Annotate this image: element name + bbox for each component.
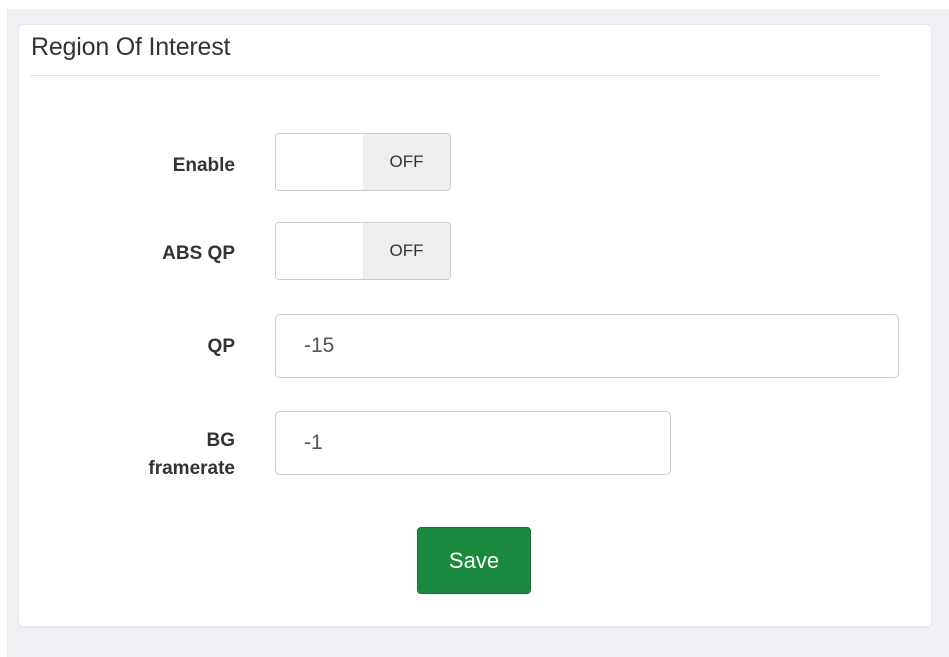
bg-framerate-label-line2: framerate (148, 458, 235, 479)
bg-framerate-input[interactable] (275, 411, 671, 475)
bg-framerate-label-line1: BG (206, 430, 236, 451)
section-title: Region Of Interest (31, 33, 231, 61)
abs-qp-toggle-state: OFF (363, 223, 450, 279)
qp-input[interactable] (275, 314, 899, 378)
bg-framerate-label: BG framerate (85, 427, 235, 483)
qp-label: QP (207, 336, 235, 357)
enable-toggle-state: OFF (363, 134, 450, 190)
enable-label: Enable (172, 155, 235, 176)
abs-qp-toggle[interactable]: OFF (275, 222, 451, 280)
save-button[interactable]: Save (417, 527, 531, 594)
enable-toggle-handle (276, 134, 363, 190)
abs-qp-label: ABS QP (162, 243, 235, 264)
abs-qp-toggle-handle (276, 223, 363, 279)
section-divider (30, 75, 881, 76)
enable-toggle[interactable]: OFF (275, 133, 451, 191)
